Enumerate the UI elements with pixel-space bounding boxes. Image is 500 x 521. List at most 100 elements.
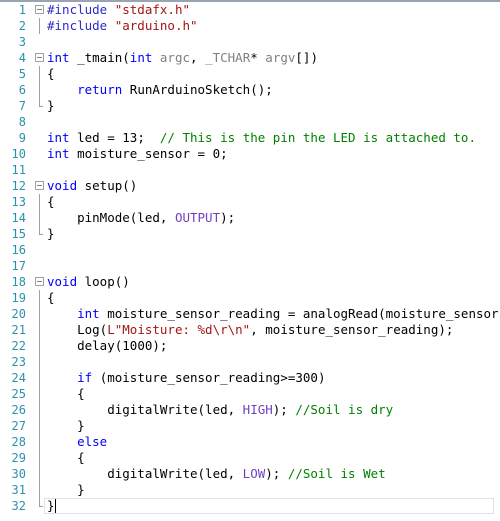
code-text[interactable]: #include "stdafx.h" <box>47 2 190 18</box>
token-id: } <box>47 98 55 113</box>
code-line[interactable]: 28 else <box>0 434 500 450</box>
code-line[interactable]: 22 delay(1000); <box>0 338 500 354</box>
code-editor[interactable]: 1 #include "stdafx.h" 2 #include "arduino.h… <box>0 0 500 521</box>
token-kw: return <box>77 82 123 97</box>
code-text[interactable]: void loop() <box>47 274 130 290</box>
line-number: 5 <box>18 67 26 81</box>
fold-collapse-icon[interactable] <box>35 53 44 62</box>
code-text[interactable]: int moisture_sensor = 0; <box>47 146 228 162</box>
code-text[interactable]: } <box>47 482 85 498</box>
code-text[interactable]: int led = 13; // This is the pin the LED… <box>47 130 476 146</box>
code-line[interactable]: 9 int led = 13; // This is the pin the LE… <box>0 130 500 146</box>
code-line[interactable]: 23 <box>0 354 500 370</box>
code-line[interactable]: 21 Log(L"Moisture: %d\r\n", moisture_sen… <box>0 322 500 338</box>
token-num: 300 <box>295 370 318 385</box>
fold-guide-line <box>39 194 40 210</box>
code-text[interactable]: { <box>47 450 85 466</box>
code-line[interactable]: 7} <box>0 98 500 114</box>
token-id: ); <box>265 466 288 481</box>
code-text[interactable]: } <box>47 498 55 514</box>
fold-gutter <box>34 82 48 98</box>
token-id: pinMode(led, <box>47 210 175 225</box>
fold-gutter <box>34 418 48 434</box>
line-number: 14 <box>11 211 26 225</box>
code-line[interactable]: 1 #include "stdafx.h" <box>0 2 500 18</box>
fold-collapse-icon[interactable] <box>35 5 44 14</box>
code-text[interactable]: { <box>47 66 55 82</box>
code-line[interactable]: 6 return RunArduinoSketch(); <box>0 82 500 98</box>
fold-guide-line <box>39 482 40 498</box>
token-id: , moisture_sensor_reading); <box>250 322 454 337</box>
code-line[interactable]: 3 <box>0 34 500 50</box>
token-id: setup() <box>77 178 138 193</box>
code-text[interactable]: else <box>47 434 107 450</box>
code-line[interactable]: 19 { <box>0 290 500 306</box>
token-type: _TCHAR <box>205 50 251 65</box>
code-line[interactable]: 2 #include "arduino.h" <box>0 18 500 34</box>
code-surface[interactable]: 1 #include "stdafx.h" 2 #include "arduino.h… <box>0 2 500 514</box>
code-text[interactable]: void setup() <box>47 178 137 194</box>
fold-collapse-icon[interactable] <box>35 277 44 286</box>
line-number: 18 <box>11 275 26 289</box>
code-line[interactable]: 16 <box>0 242 500 258</box>
line-number: 23 <box>11 355 26 369</box>
token-id: { <box>47 386 85 401</box>
code-line[interactable]: 13 { <box>0 194 500 210</box>
code-line[interactable]: 30 digitalWrite(led, LOW); //Soil is Wet <box>0 466 500 482</box>
code-text[interactable]: } <box>47 418 85 434</box>
token-id <box>47 434 77 449</box>
token-id: RunArduinoSketch(); <box>122 82 273 97</box>
code-text[interactable]: pinMode(led, OUTPUT); <box>47 210 235 226</box>
code-line[interactable]: 8 <box>0 114 500 130</box>
fold-gutter <box>34 98 48 114</box>
code-text[interactable]: } <box>47 98 55 114</box>
code-text[interactable]: int _tmain(int argc, _TCHAR* argv[]) <box>47 50 318 66</box>
code-text[interactable]: { <box>47 194 55 210</box>
code-line[interactable]: 17 <box>0 258 500 274</box>
code-text[interactable]: delay(1000); <box>47 338 167 354</box>
code-text[interactable]: { <box>47 290 55 306</box>
line-number: 10 <box>11 147 26 161</box>
code-line[interactable]: 31 } <box>0 482 500 498</box>
code-line[interactable]: 14 pinMode(led, OUTPUT); <box>0 210 500 226</box>
code-text[interactable]: return RunArduinoSketch(); <box>47 82 273 98</box>
code-line[interactable]: 15} <box>0 226 500 242</box>
fold-guide-line <box>39 290 40 306</box>
line-number: 11 <box>11 163 26 177</box>
token-id: delay( <box>47 338 123 353</box>
code-line[interactable]: 5{ <box>0 66 500 82</box>
code-line[interactable]: 25 { <box>0 386 500 402</box>
fold-gutter <box>34 194 48 210</box>
code-line[interactable]: 12 void setup() <box>0 178 500 194</box>
token-cmt: // This is the pin the LED is attached t… <box>159 130 476 145</box>
token-id: { <box>47 66 55 81</box>
code-text[interactable]: } <box>47 226 55 242</box>
code-line[interactable]: 4 int _tmain(int argc, _TCHAR* argv[]) <box>0 50 500 66</box>
code-text[interactable]: int moisture_sensor_reading = analogRead… <box>47 306 500 322</box>
code-line[interactable]: 27 } <box>0 418 500 434</box>
line-number: 4 <box>18 51 26 65</box>
fold-gutter <box>34 498 48 514</box>
fold-gutter <box>34 386 48 402</box>
code-line[interactable]: 10 int moisture_sensor = 0; <box>0 146 500 162</box>
code-line[interactable]: 32} <box>0 498 500 514</box>
code-text[interactable]: { <box>47 386 85 402</box>
fold-collapse-icon[interactable] <box>35 181 44 190</box>
code-text[interactable]: Log(L"Moisture: %d\r\n", moisture_sensor… <box>47 322 453 338</box>
code-text[interactable]: if (moisture_sensor_reading>=300) <box>47 370 325 386</box>
code-text[interactable]: #include "arduino.h" <box>47 18 198 34</box>
code-line[interactable]: 11 <box>0 162 500 178</box>
code-text[interactable]: digitalWrite(led, HIGH); //Soil is dry <box>47 402 393 418</box>
token-id <box>47 306 77 321</box>
fold-guide-line <box>39 418 40 434</box>
code-line[interactable]: 29 { <box>0 450 500 466</box>
code-line[interactable]: 24 if (moisture_sensor_reading>=300) <box>0 370 500 386</box>
fold-gutter <box>34 274 48 290</box>
code-line[interactable]: 26 digitalWrite(led, HIGH); //Soil is dr… <box>0 402 500 418</box>
line-number: 15 <box>11 227 26 241</box>
code-text[interactable]: digitalWrite(led, LOW); //Soil is Wet <box>47 466 385 482</box>
code-line[interactable]: 20 int moisture_sensor_reading = analogR… <box>0 306 500 322</box>
fold-gutter <box>34 226 48 242</box>
token-id: ; <box>220 146 228 161</box>
code-line[interactable]: 18 void loop() <box>0 274 500 290</box>
